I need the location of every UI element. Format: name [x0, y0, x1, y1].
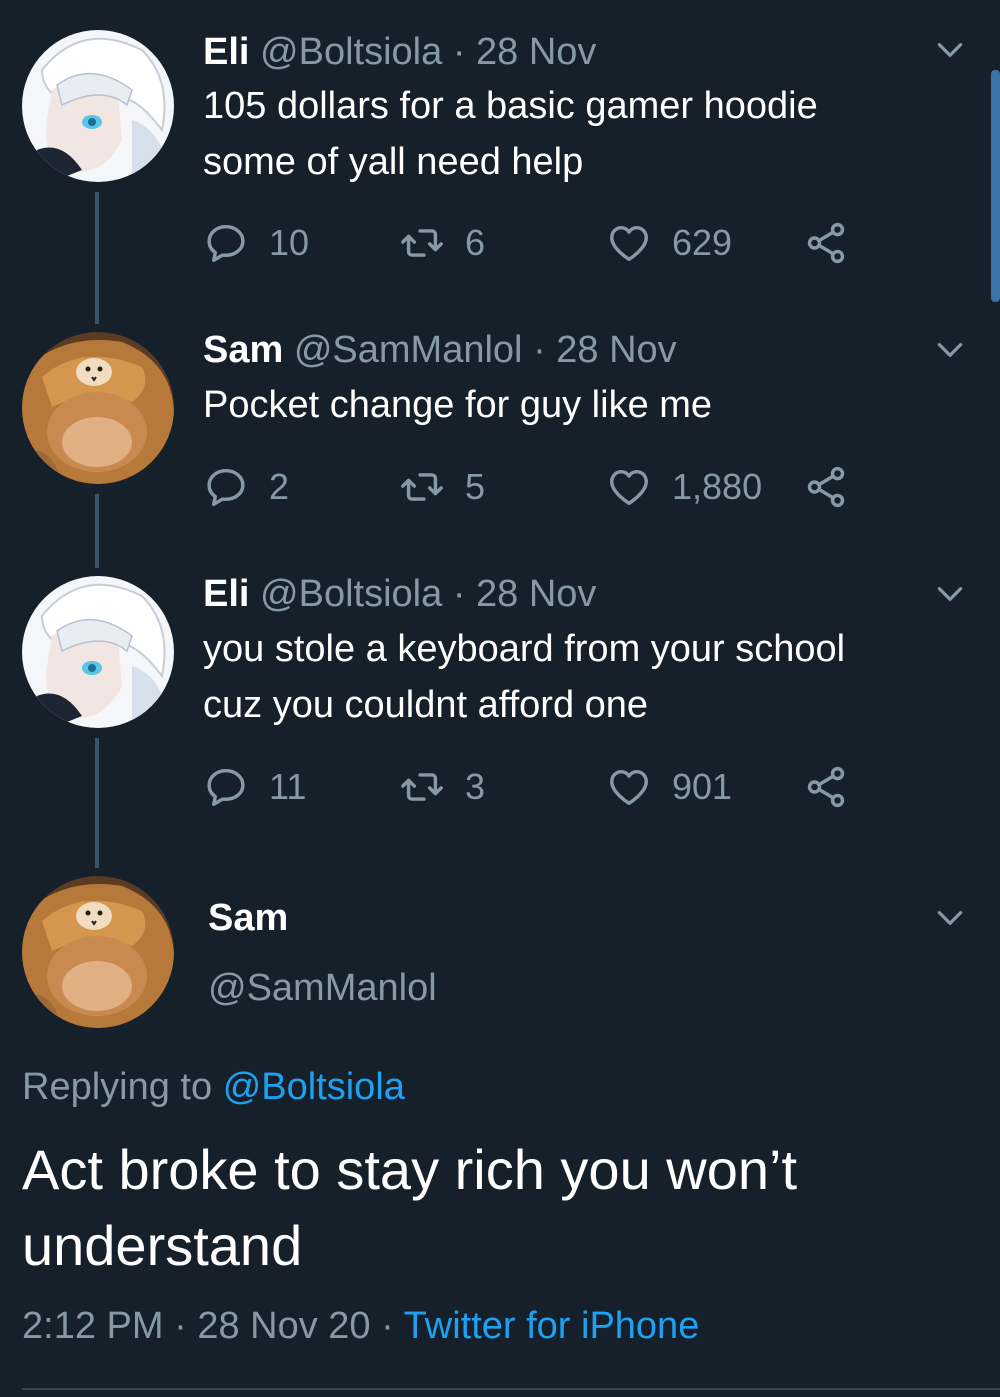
share-icon: [803, 764, 849, 810]
tweet-text: you stole a keyboard from your school cu…: [203, 621, 845, 733]
tweet-timestamp: 2:12 PM · 28 Nov 20 · Twitter for iPhone: [22, 1303, 699, 1349]
thread-line: [95, 738, 99, 868]
tweet-header: Eli @Boltsiola · 28 Nov: [203, 572, 596, 616]
separator: ·: [452, 31, 466, 73]
tweet-text-line: some of yall need help: [203, 141, 584, 183]
tweet-text: 105 dollars for a basic gamer hoodie som…: [203, 78, 818, 190]
like-icon: [606, 220, 652, 266]
tweet-header: Sam @SamManlol · 28 Nov: [203, 328, 677, 372]
author-name[interactable]: Eli: [203, 31, 249, 73]
reply-button[interactable]: 10: [203, 218, 309, 268]
tweet-text-line: 105 dollars for a basic gamer hoodie: [203, 85, 818, 127]
tweet-actions: 11 3 901: [203, 762, 883, 812]
author-handle[interactable]: @SamManlol: [294, 329, 523, 371]
tweet-full-date: 28 Nov 20: [197, 1305, 371, 1347]
separator: ·: [533, 329, 546, 371]
divider: [22, 1388, 1000, 1390]
cat-avatar-image: [22, 876, 174, 1028]
reply-count: 11: [269, 766, 307, 807]
reply-icon: [203, 764, 249, 810]
retweet-count: 5: [465, 466, 486, 507]
avatar[interactable]: [22, 876, 174, 1028]
share-icon: [803, 220, 849, 266]
like-count: 1,880: [672, 466, 763, 507]
tweet-actions: 2 5 1,880: [203, 462, 883, 512]
replying-to: Replying to @Boltsiola: [22, 1064, 405, 1110]
share-button[interactable]: [803, 218, 869, 268]
like-button[interactable]: 901: [606, 762, 732, 812]
like-button[interactable]: 629: [606, 218, 732, 268]
replying-label: Replying to: [22, 1066, 213, 1108]
retweet-button[interactable]: 3: [399, 762, 485, 812]
like-icon: [606, 464, 652, 510]
tweet-time: 2:12 PM: [22, 1305, 164, 1347]
author-handle[interactable]: @Boltsiola: [260, 31, 442, 73]
tweet-text-line: Pocket change for guy like me: [203, 384, 713, 426]
chevron-down-icon[interactable]: [934, 34, 966, 66]
tweet-actions: 10 6 629: [203, 218, 883, 268]
author-name[interactable]: Eli: [203, 573, 249, 615]
thread-line: [95, 494, 99, 568]
scrollbar[interactable]: [991, 70, 1000, 302]
like-count: 629: [672, 222, 733, 263]
tweet-date[interactable]: 28 Nov: [556, 329, 676, 371]
tweet-date[interactable]: 28 Nov: [476, 31, 596, 73]
replying-handle-link[interactable]: @Boltsiola: [223, 1066, 405, 1108]
chevron-down-icon[interactable]: [934, 334, 966, 366]
tweet-header: Eli @Boltsiola · 28 Nov: [203, 30, 596, 74]
anime-avatar-image: [22, 30, 174, 182]
retweet-count: 6: [465, 222, 486, 263]
chevron-down-icon[interactable]: [934, 578, 966, 610]
author-name[interactable]: Sam: [203, 329, 283, 371]
anime-avatar-image: [22, 576, 174, 728]
reply-icon: [203, 220, 249, 266]
reply-button[interactable]: 2: [203, 462, 289, 512]
tweet-source-link[interactable]: Twitter for iPhone: [404, 1305, 700, 1347]
tweet-text-line: understand: [22, 1214, 303, 1277]
main-tweet-text: Act broke to stay rich you won’t underst…: [22, 1132, 797, 1284]
reply-count: 10: [269, 222, 310, 263]
author-handle[interactable]: @Boltsiola: [260, 573, 442, 615]
like-button[interactable]: 1,880: [606, 462, 762, 512]
separator: ·: [452, 573, 466, 615]
cat-avatar-image: [22, 332, 174, 484]
avatar[interactable]: [22, 332, 174, 484]
share-icon: [803, 464, 849, 510]
author-handle[interactable]: @SamManlol: [208, 966, 437, 1010]
retweet-icon: [399, 220, 445, 266]
reply-icon: [203, 464, 249, 510]
tweet-text: Pocket change for guy like me: [203, 377, 712, 433]
retweet-button[interactable]: 5: [399, 462, 485, 512]
avatar[interactable]: [22, 576, 174, 728]
reply-button[interactable]: 11: [203, 762, 306, 812]
retweet-icon: [399, 764, 445, 810]
tweet-text-line: you stole a keyboard from your school: [203, 628, 846, 670]
separator: ·: [174, 1305, 187, 1347]
share-button[interactable]: [803, 762, 869, 812]
avatar[interactable]: [22, 30, 174, 182]
retweet-button[interactable]: 6: [399, 218, 485, 268]
tweet-text-line: Act broke to stay rich you won’t: [22, 1138, 798, 1201]
retweet-icon: [399, 464, 445, 510]
chevron-down-icon[interactable]: [934, 902, 966, 934]
retweet-count: 3: [465, 766, 486, 807]
like-count: 901: [672, 766, 733, 807]
like-icon: [606, 764, 652, 810]
tweet-date[interactable]: 28 Nov: [476, 573, 596, 615]
thread-line: [95, 192, 99, 324]
separator: ·: [381, 1305, 394, 1347]
tweet-text-line: cuz you couldnt afford one: [203, 684, 649, 726]
reply-count: 2: [269, 466, 290, 507]
author-name[interactable]: Sam: [208, 896, 288, 940]
share-button[interactable]: [803, 462, 869, 512]
